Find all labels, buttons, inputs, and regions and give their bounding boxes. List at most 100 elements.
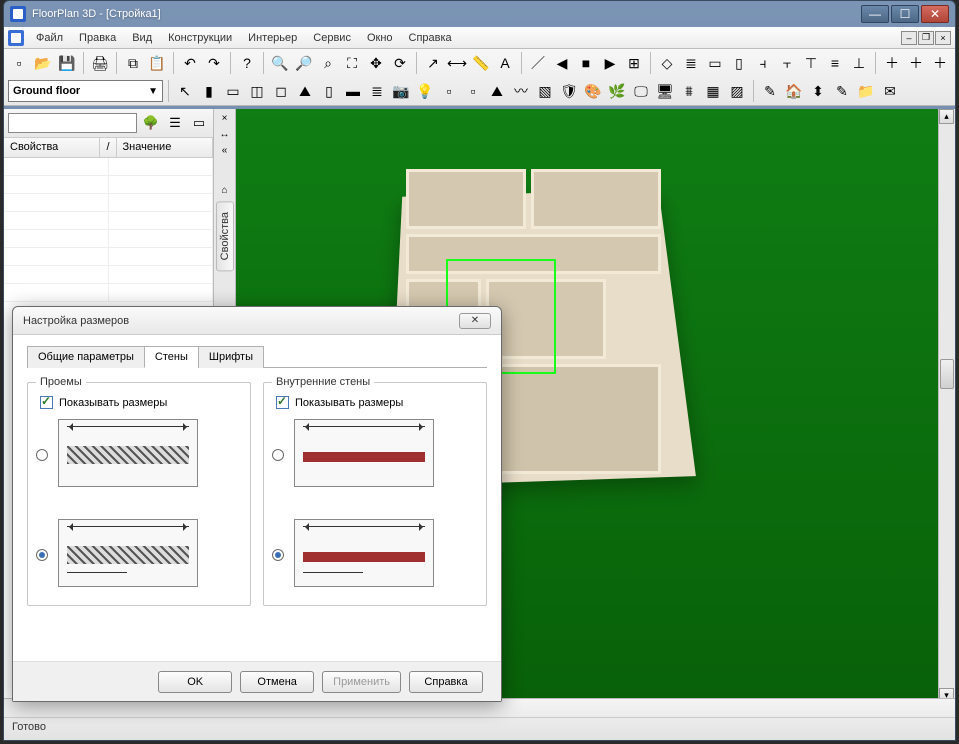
align-middle-icon[interactable]: ≡ [824,52,846,74]
add-icon[interactable]: ＋ [881,52,903,74]
light-icon[interactable]: 💡 [414,80,436,102]
tab-general[interactable]: Общие параметры [27,346,145,368]
distribute-v-icon[interactable]: ⫟ [776,52,798,74]
ok-button[interactable]: OK [158,671,232,693]
copy-icon[interactable]: ⧉ [122,52,144,74]
distribute-h-icon[interactable]: ⫞ [752,52,774,74]
texture-icon[interactable]: ▨ [726,80,748,102]
area-icon[interactable]: ▧ [534,80,556,102]
add3-icon[interactable]: ＋ [929,52,951,74]
floor-selector[interactable]: Ground floor ▼ [8,80,163,102]
panel-collapse-icon[interactable]: ↔ [219,129,231,141]
column-icon[interactable]: ▯ [318,80,340,102]
tree-icon[interactable]: 🌳 [141,113,161,133]
group-b-icon[interactable]: ▯ [728,52,750,74]
checkbox-openings-show[interactable] [40,396,53,409]
titlebar[interactable]: FloorPlan 3D - [Стройка1] — ☐ ✕ [4,1,955,27]
mdi-restore-button[interactable]: ❐ [918,31,934,45]
checkbox-interior-show[interactable] [276,396,289,409]
menu-window[interactable]: Окно [359,29,401,47]
text-icon[interactable]: A [494,52,516,74]
terrain-icon[interactable]: ⛰ [486,80,508,102]
cancel-button[interactable]: Отмена [240,671,314,693]
security-icon[interactable]: 🛡 [558,80,580,102]
dialog-titlebar[interactable]: Настройка размеров ✕ [13,307,501,335]
layer-icon[interactable]: ≣ [680,52,702,74]
maximize-button[interactable]: ☐ [891,5,919,23]
door-icon[interactable]: ▭ [222,80,244,102]
menu-file[interactable]: Файл [28,29,71,47]
tab-fonts[interactable]: Шрифты [198,346,264,368]
edit-tool-icon[interactable]: ✎ [759,80,781,102]
tab-walls[interactable]: Стены [144,346,199,368]
note-icon[interactable]: ✎ [831,80,853,102]
box-icon[interactable]: ▫ [438,80,460,102]
display-icon[interactable]: 🖥 [654,80,676,102]
add2-icon[interactable]: ＋ [905,52,927,74]
plant-icon[interactable]: 🌿 [606,80,628,102]
minimize-button[interactable]: — [861,5,889,23]
help-icon[interactable]: ? [236,52,258,74]
dimension-icon[interactable]: ⟷ [446,52,468,74]
menu-service[interactable]: Сервис [305,29,359,47]
path-icon[interactable]: 〰 [510,80,532,102]
window-icon[interactable]: ◫ [246,80,268,102]
side-tab-properties[interactable]: Свойства [216,201,234,271]
panel-pin-icon[interactable]: « [219,145,231,157]
paint-icon[interactable]: 🎨 [582,80,604,102]
beam-icon[interactable]: ▬ [342,80,364,102]
print-icon[interactable]: 🖨 [89,52,111,74]
radio-interior-option-2[interactable] [272,549,284,561]
menu-edit[interactable]: Правка [71,29,124,47]
menu-help[interactable]: Справка [401,29,460,47]
menu-constructions[interactable]: Конструкции [160,29,240,47]
save-icon[interactable]: 💾 [56,52,78,74]
stairs-icon[interactable]: ≣ [366,80,388,102]
align-right-icon[interactable]: ▶ [599,52,621,74]
undo-icon[interactable]: ↶ [179,52,201,74]
align-center-icon[interactable]: ■ [575,52,597,74]
zoom-in-icon[interactable]: 🔍 [269,52,291,74]
panel-icon[interactable]: ⌂ [219,185,231,197]
open-file-icon[interactable]: 📂 [32,52,54,74]
menu-view[interactable]: Вид [124,29,160,47]
zoom-region-icon[interactable]: ⌕ [317,52,339,74]
panel-close-icon[interactable]: × [219,113,231,125]
vertical-scrollbar[interactable]: ▴ ▾ [938,109,955,703]
level-icon[interactable]: ⬍ [807,80,829,102]
column-value[interactable]: Значение [117,138,213,157]
select-all-icon[interactable]: ▭ [189,113,209,133]
rotate-icon[interactable]: ⟳ [389,52,411,74]
scroll-up-icon[interactable]: ▴ [939,109,954,124]
wall-icon[interactable]: ▮ [198,80,220,102]
redo-icon[interactable]: ↷ [203,52,225,74]
grid-icon[interactable]: ⊞ [623,52,645,74]
line-icon[interactable]: ／ [527,52,549,74]
align-left-icon[interactable]: ◀ [551,52,573,74]
box2-icon[interactable]: ▫ [462,80,484,102]
group-a-icon[interactable]: ▭ [704,52,726,74]
measure-icon[interactable]: 📏 [470,52,492,74]
radio-interior-option-1[interactable] [272,449,284,461]
radio-openings-option-1[interactable] [36,449,48,461]
screen-icon[interactable]: 🖵 [630,80,652,102]
pan-icon[interactable]: ✥ [365,52,387,74]
align-top-icon[interactable]: ⊤ [800,52,822,74]
close-button[interactable]: ✕ [921,5,949,23]
properties-object-combo[interactable] [8,113,137,133]
apply-button[interactable]: Применить [322,671,401,693]
select-icon[interactable]: ↖ [174,80,196,102]
camera-icon[interactable]: 📷 [390,80,412,102]
mdi-close-button[interactable]: × [935,31,951,45]
folder-icon[interactable]: 📁 [855,80,877,102]
mail-icon[interactable]: ✉ [879,80,901,102]
menu-interior[interactable]: Интерьер [240,29,305,47]
align-bottom-icon[interactable]: ⊥ [848,52,870,74]
help-button[interactable]: Справка [409,671,483,693]
filter-icon[interactable]: ☰ [165,113,185,133]
arrow-icon[interactable]: ↗ [422,52,444,74]
fence-icon[interactable]: ⩩ [678,80,700,102]
opening-icon[interactable]: ◻ [270,80,292,102]
new-file-icon[interactable]: ▫ [8,52,30,74]
mdi-minimize-button[interactable]: – [901,31,917,45]
